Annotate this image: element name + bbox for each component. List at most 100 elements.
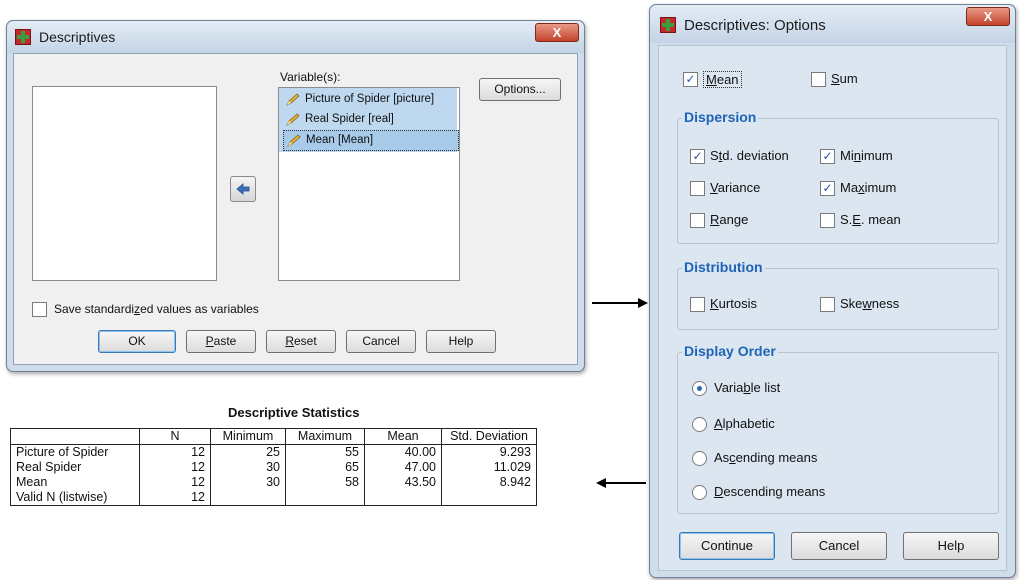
variable-name: Mean [Mean] [306,134,374,146]
descending-means-radio[interactable] [692,485,707,500]
table-row: Picture of Spider 12 25 55 40.00 9.293 [10,444,537,460]
cell-maximum [285,490,365,506]
variable-item-mean[interactable]: Mean [Mean] [283,130,459,151]
variable-item-real[interactable]: Real Spider [real] [283,110,398,129]
source-variable-list[interactable] [32,86,217,281]
dispersion-group: Dispersion ✓ Std. deviation ✓ Minimum Va… [677,109,999,244]
cell-mean: 43.50 [364,475,442,490]
table-header: Mean [364,428,442,445]
target-variable-list[interactable]: Picture of Spider [picture] Real Spider … [278,87,460,281]
row-label: Valid N (listwise) [10,490,140,506]
options-client: ✓ Mean Sum Dispersion ✓ Std. deviation ✓… [658,45,1007,571]
display-order-group: Display Order Variable list Alphabetic A… [677,343,999,514]
table-row: Valid N (listwise) 12 [10,490,537,506]
reset-button[interactable]: Reset [266,330,336,353]
range-checkbox[interactable] [690,213,705,228]
cell-std-deviation: 9.293 [441,444,537,460]
cell-std-deviation [441,490,537,506]
variance-checkbox[interactable] [690,181,705,196]
cell-minimum: 30 [210,475,286,490]
std-deviation-label: Std. deviation [710,148,789,163]
skewness-label: Skewness [840,296,900,311]
sum-label: Sum [831,71,858,86]
variance-label: Variance [710,180,761,195]
descriptives-client: Variable(s): Picture of Spider [picture]… [13,53,578,365]
cell-maximum: 55 [285,444,365,460]
spss-app-icon [15,29,31,45]
ascending-means-label: Ascending means [714,450,818,465]
descriptive-statistics-table: N Minimum Maximum Mean Std. Deviation Pi… [10,428,537,506]
cell-maximum: 65 [285,460,365,475]
arrow-to-options-dialog [592,298,648,308]
continue-button[interactable]: Continue [679,532,775,560]
paste-button[interactable]: Paste [186,330,256,353]
distribution-group: Distribution Kurtosis Skewness [677,259,999,330]
ok-button[interactable]: OK [98,330,176,353]
cell-std-deviation: 11.029 [441,460,537,475]
cell-mean: 47.00 [364,460,442,475]
save-standardized-checkbox[interactable] [32,302,47,317]
save-standardized-label: Save standardized values as variables [54,302,259,316]
spss-app-icon [660,17,676,33]
ascending-means-radio[interactable] [692,451,707,466]
help-button[interactable]: Help [903,532,999,560]
std-deviation-checkbox[interactable]: ✓ [690,149,705,164]
cell-minimum [210,490,286,506]
help-button[interactable]: Help [426,330,496,353]
maximum-label: Maximum [840,180,897,195]
kurtosis-label: Kurtosis [710,296,757,311]
cell-n: 12 [139,444,211,460]
table-row: Real Spider 12 30 65 47.00 11.029 [10,460,537,475]
se-mean-label: S.E. mean [840,212,901,227]
arrow-to-output-table [596,478,646,488]
descriptives-titlebar[interactable]: Descriptives X [7,21,584,53]
scale-variable-icon [286,93,300,106]
range-label: Range [710,212,749,227]
variable-list-label: Variable list [714,380,781,395]
table-header [10,428,140,445]
options-button[interactable]: Options... [479,78,561,101]
cell-n: 12 [139,475,211,490]
kurtosis-checkbox[interactable] [690,297,705,312]
cancel-button[interactable]: Cancel [346,330,416,353]
display-order-title: Display Order [682,343,778,359]
variable-item-picture[interactable]: Picture of Spider [picture] [283,90,438,109]
table-header: Maximum [285,428,365,445]
close-button[interactable]: X [966,7,1010,26]
descriptive-statistics-title: Descriptive Statistics [228,405,360,420]
table-header-row: N Minimum Maximum Mean Std. Deviation [10,428,537,445]
se-mean-checkbox[interactable] [820,213,835,228]
mean-label: Mean [703,71,742,88]
options-dialog: Descriptives: Options X ✓ Mean Sum Dispe… [649,4,1016,578]
table-header: Minimum [210,428,286,445]
row-label: Picture of Spider [10,444,140,460]
variable-name: Real Spider [real] [305,113,394,125]
cell-mean [364,490,442,506]
cell-n: 12 [139,460,211,475]
variable-list-radio[interactable] [692,381,707,396]
descriptives-dialog: Descriptives X Variable(s): Picture of S… [6,20,585,372]
variables-label: Variable(s): [280,70,341,84]
table-header: N [139,428,211,445]
options-titlebar[interactable]: Descriptives: Options X [650,5,1015,43]
left-arrow-icon [236,183,250,195]
move-variable-button[interactable] [230,176,256,202]
cell-maximum: 58 [285,475,365,490]
row-label: Real Spider [10,460,140,475]
distribution-title: Distribution [682,259,765,275]
cell-mean: 40.00 [364,444,442,460]
close-button[interactable]: X [535,23,579,42]
maximum-checkbox[interactable]: ✓ [820,181,835,196]
mean-checkbox[interactable]: ✓ [683,72,698,87]
dispersion-title: Dispersion [682,109,759,125]
scale-variable-icon [287,134,301,147]
cancel-button[interactable]: Cancel [791,532,887,560]
alphabetic-label: Alphabetic [714,416,775,431]
cell-n: 12 [139,490,211,506]
skewness-checkbox[interactable] [820,297,835,312]
sum-checkbox[interactable] [811,72,826,87]
alphabetic-radio[interactable] [692,417,707,432]
options-dialog-title: Descriptives: Options [684,17,826,34]
minimum-label: Minimum [840,148,893,163]
minimum-checkbox[interactable]: ✓ [820,149,835,164]
